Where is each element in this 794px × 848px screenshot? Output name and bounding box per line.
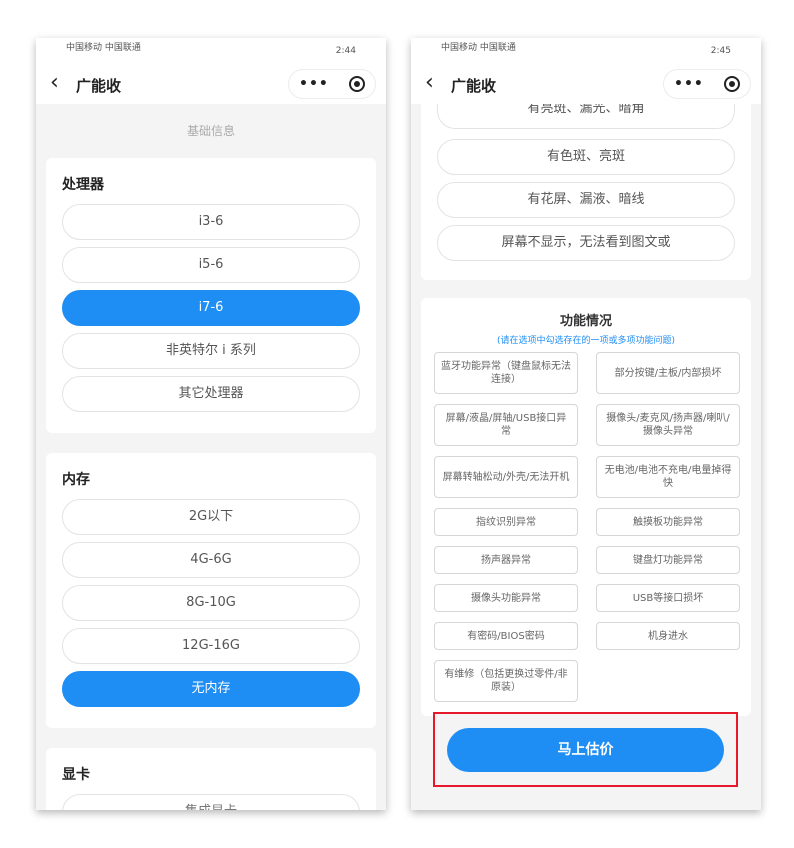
phone-screen-left: 中国移动 中国联通 2:44 ‹ 广能收 ••• 基础信息 处理器 i3-6 i… (36, 38, 386, 810)
graphics-title: 显卡 (62, 767, 90, 783)
screen-condition-card: 有亮斑、漏光、暗角 有色斑、亮斑 有花屏、漏液、暗线 屏幕不显示，无法看到图文或 (421, 102, 751, 280)
function-card: 功能情况 (请在选项中勾选存在的一项或多项功能问题) 蓝牙功能异常（键盘鼠标无法… (421, 298, 751, 716)
graphics-card: 显卡 集成显卡 (46, 748, 376, 810)
mini-program-capsule: ••• (663, 69, 751, 99)
scroll-content: 有亮斑、漏光、暗角 有色斑、亮斑 有花屏、漏液、暗线 屏幕不显示，无法看到图文或… (411, 102, 761, 716)
screen-option[interactable]: 有亮斑、漏光、暗角 (437, 102, 735, 129)
memory-option[interactable]: 8G-10G (62, 585, 360, 621)
mini-program-capsule: ••• (288, 69, 376, 99)
processor-option[interactable]: i3-6 (62, 204, 360, 240)
section-label: 基础信息 (186, 124, 235, 138)
status-carrier: 中国移动 中国联通 (66, 43, 141, 53)
memory-card: 内存 2G以下 4G-6G 8G-10G 12G-16G 无内存 (46, 453, 376, 728)
memory-option[interactable]: 12G-16G (62, 628, 360, 664)
page-title: 广能收 (76, 77, 122, 95)
status-time: 2:45 (710, 46, 731, 56)
nav-bar: ‹ 广能收 ••• (36, 64, 386, 104)
page-title: 广能收 (451, 77, 497, 95)
nav-bar: ‹ 广能收 ••• (411, 64, 761, 104)
back-chevron-icon[interactable]: ‹ (425, 71, 434, 95)
processor-option-selected[interactable]: i7-6 (62, 290, 360, 326)
function-option[interactable]: 蓝牙功能异常（键盘鼠标无法连接） (434, 352, 578, 394)
function-option[interactable]: 部分按键/主板/内部损坏 (596, 352, 740, 394)
get-quote-button[interactable]: 马上估价 (447, 728, 724, 772)
screen-option[interactable]: 有色斑、亮斑 (437, 139, 735, 175)
function-option[interactable]: 键盘灯功能异常 (596, 546, 740, 574)
graphics-option[interactable]: 集成显卡 (62, 794, 360, 810)
screen-option[interactable]: 有花屏、漏液、暗线 (437, 182, 735, 218)
memory-option[interactable]: 2G以下 (62, 499, 360, 535)
status-carrier: 中国移动 中国联通 (441, 43, 516, 53)
function-option[interactable]: 屏幕转轴松动/外壳/无法开机 (434, 456, 578, 498)
function-subtitle: (请在选项中勾选存在的一项或多项功能问题) (496, 336, 676, 346)
function-option[interactable]: 有密码/BIOS密码 (434, 622, 578, 650)
processor-option[interactable]: 非英特尔 i 系列 (62, 333, 360, 369)
memory-option-selected[interactable]: 无内存 (62, 671, 360, 707)
phone-screen-right: 有亮斑、漏光、暗角 有色斑、亮斑 有花屏、漏液、暗线 屏幕不显示，无法看到图文或… (411, 38, 761, 810)
screen-option[interactable]: 屏幕不显示，无法看到图文或 (437, 225, 735, 261)
processor-card: 处理器 i3-6 i5-6 i7-6 非英特尔 i 系列 其它处理器 (46, 158, 376, 433)
memory-option[interactable]: 4G-6G (62, 542, 360, 578)
close-target-icon[interactable] (348, 76, 365, 92)
function-option[interactable]: 摄像头功能异常 (434, 584, 578, 612)
function-option[interactable]: 有维修（包括更换过零件/非原装） (434, 660, 578, 702)
function-option[interactable]: 无电池/电池不充电/电量掉得快 (596, 456, 740, 498)
processor-title: 处理器 (62, 177, 104, 193)
function-option[interactable]: USB等接口损坏 (596, 584, 740, 612)
more-dots-icon[interactable]: ••• (299, 76, 329, 92)
back-chevron-icon[interactable]: ‹ (50, 71, 59, 95)
function-option[interactable]: 扬声器异常 (434, 546, 578, 574)
function-option[interactable]: 触摸板功能异常 (596, 508, 740, 536)
function-option[interactable]: 摄像头/麦克风/扬声器/喇叭/摄像头异常 (596, 404, 740, 446)
function-grid: 蓝牙功能异常（键盘鼠标无法连接） 部分按键/主板/内部损坏 屏幕/液晶/屏轴/USB… (431, 352, 741, 702)
function-option[interactable]: 指纹识别异常 (434, 508, 578, 536)
memory-title: 内存 (62, 472, 90, 488)
status-bar: 中国移动 中国联通 2:44 (36, 38, 386, 64)
processor-option[interactable]: 其它处理器 (62, 376, 360, 412)
processor-option[interactable]: i5-6 (62, 247, 360, 283)
status-bar: 中国移动 中国联通 2:45 (411, 38, 761, 64)
function-option[interactable]: 机身进水 (596, 622, 740, 650)
function-title: 功能情况 (559, 314, 612, 329)
close-target-icon[interactable] (723, 76, 740, 92)
more-dots-icon[interactable]: ••• (674, 76, 704, 92)
cta-highlight-frame: 马上估价 (433, 712, 738, 787)
function-option[interactable]: 屏幕/液晶/屏轴/USB接口异常 (434, 404, 578, 446)
status-time: 2:44 (335, 46, 356, 56)
